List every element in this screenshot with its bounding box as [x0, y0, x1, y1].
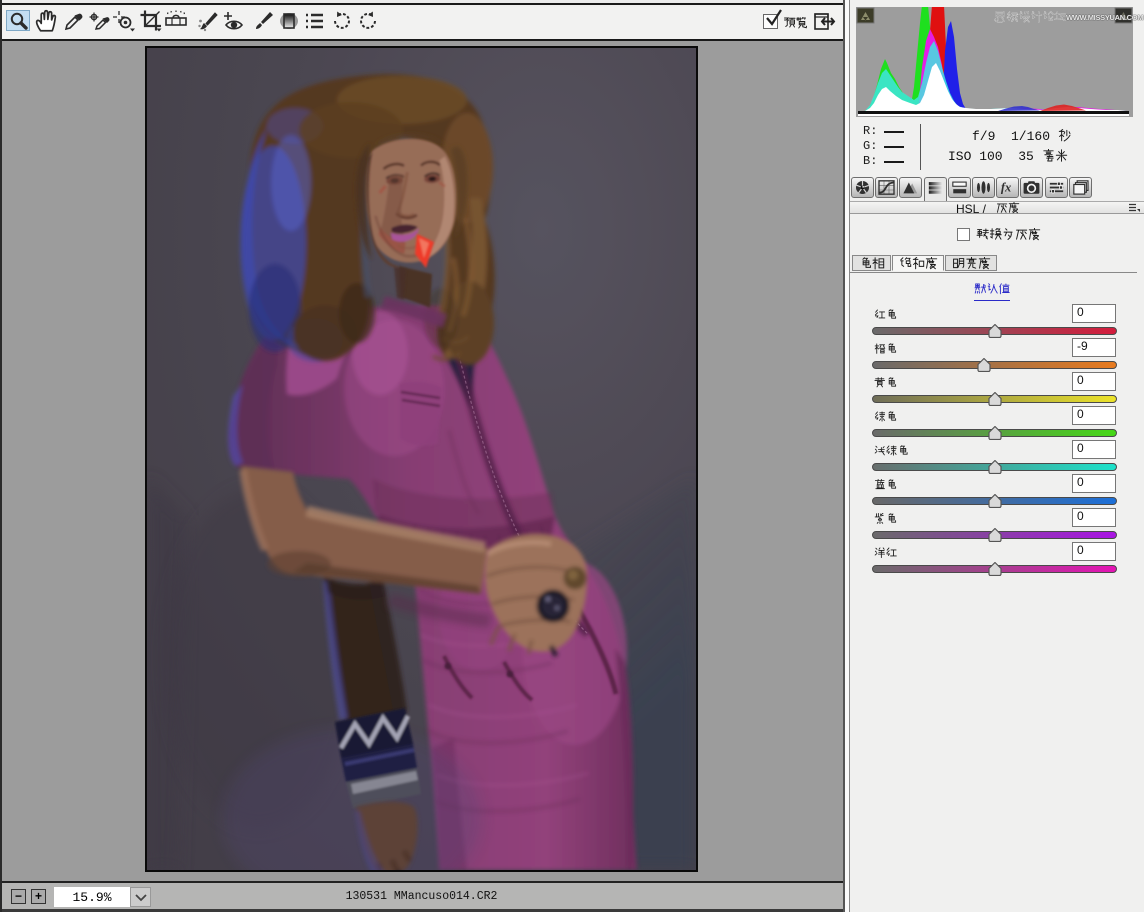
svg-text:fx: fx — [1001, 181, 1011, 195]
